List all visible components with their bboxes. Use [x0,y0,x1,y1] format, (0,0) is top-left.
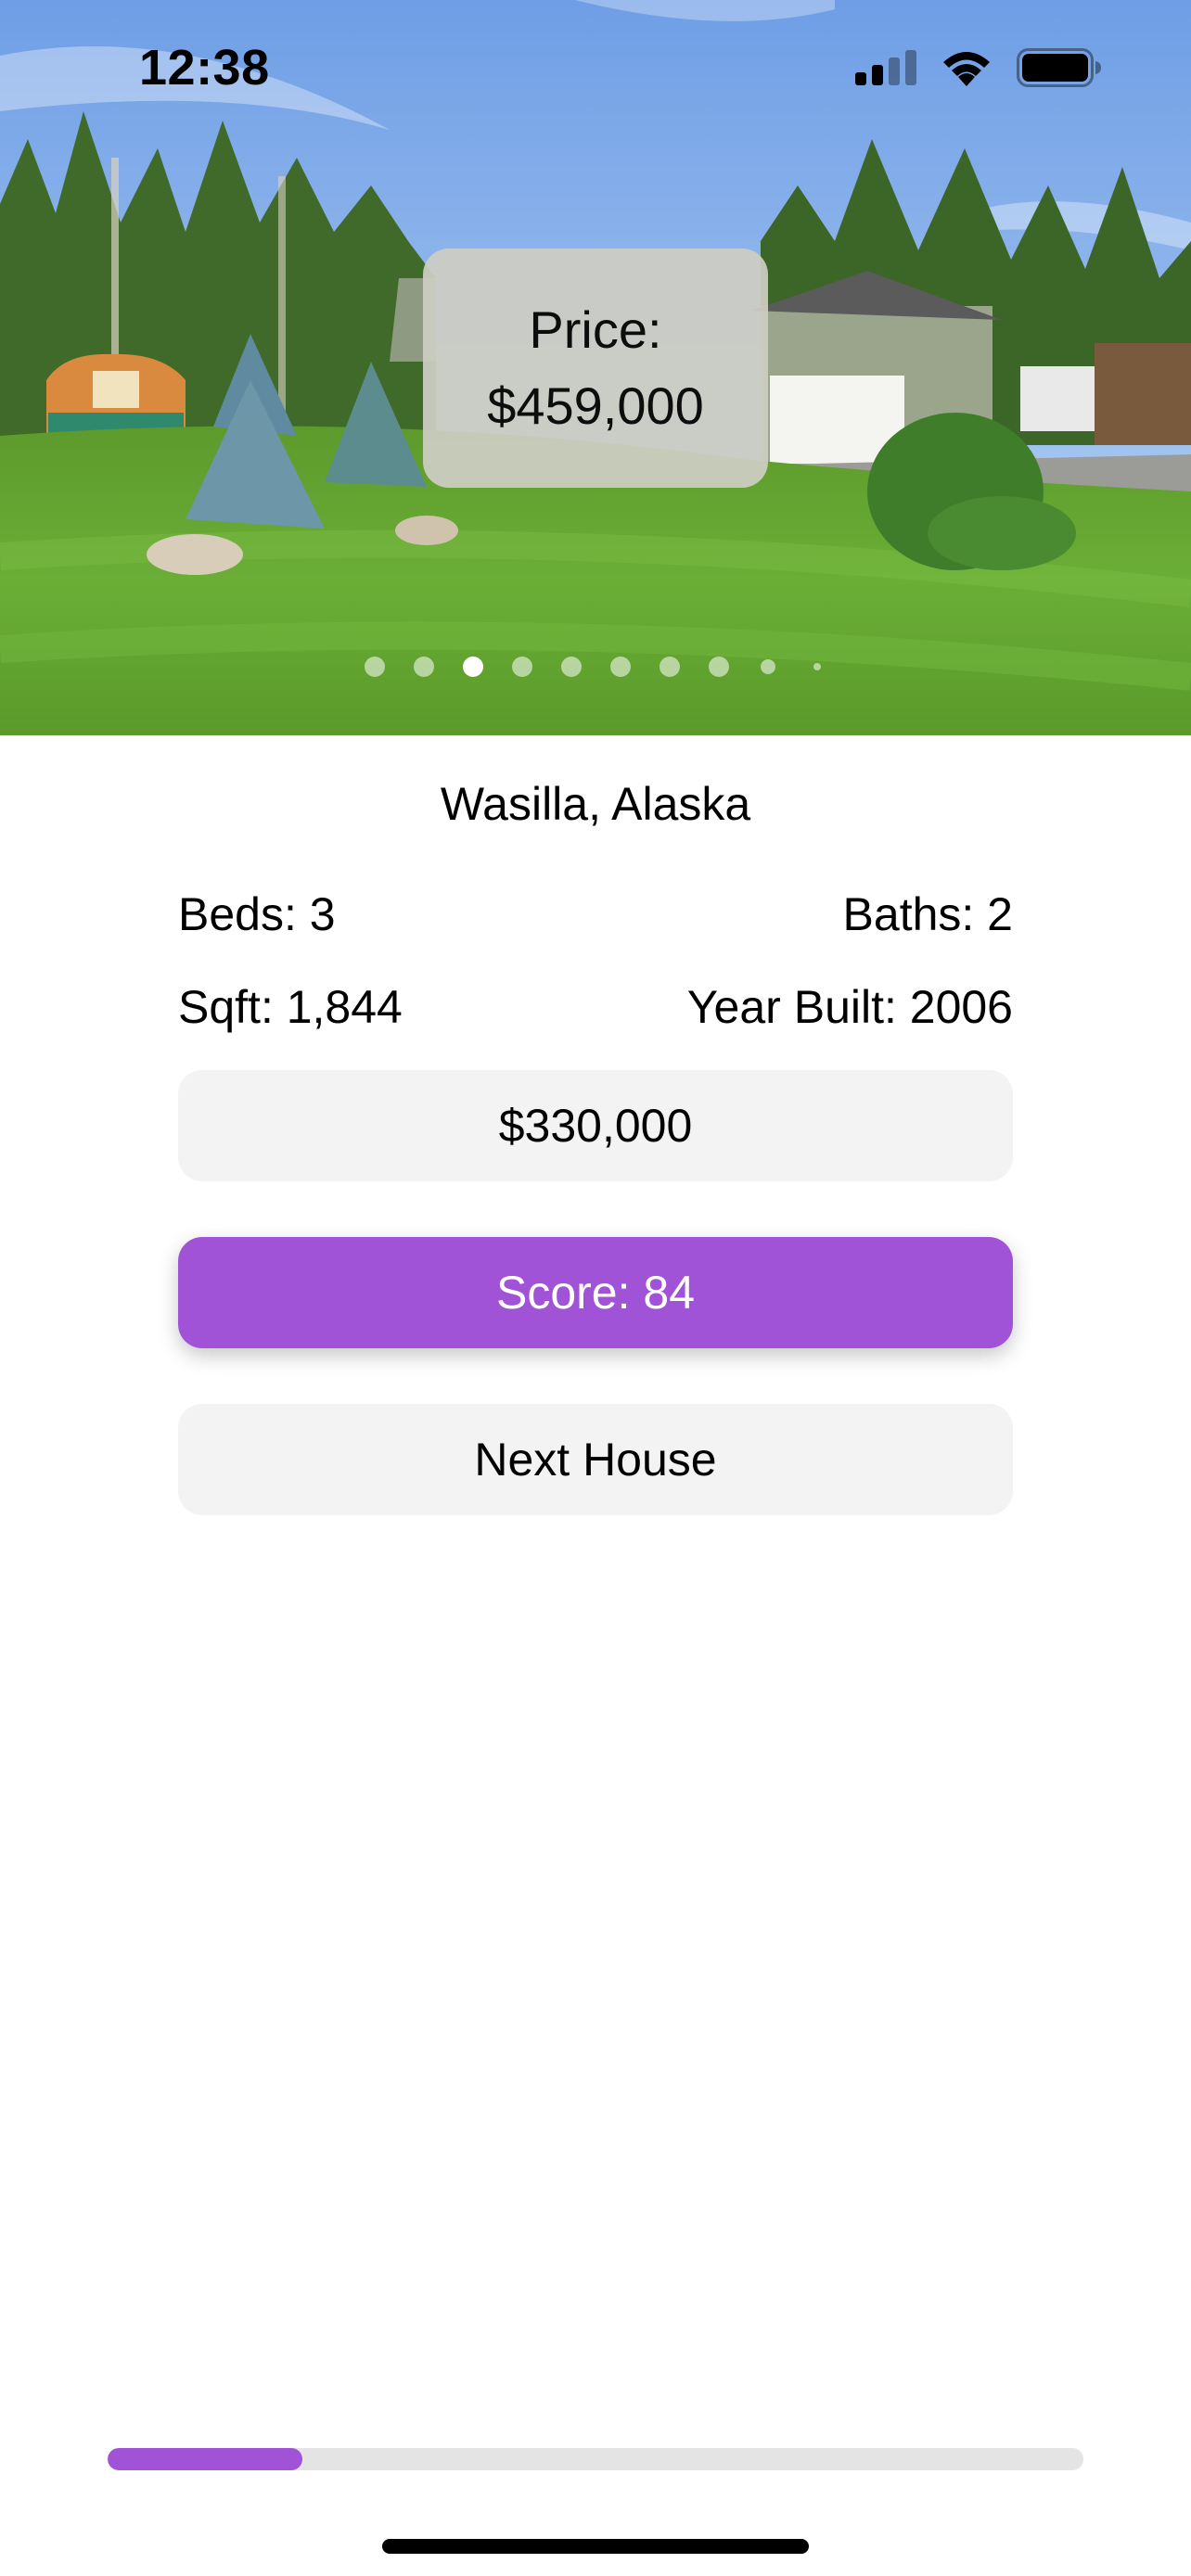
home-indicator[interactable] [382,2539,809,2554]
score-button[interactable]: Score: 84 [178,1237,1013,1348]
price-value: $459,000 [487,376,704,435]
price-label: Price: [529,300,662,359]
sqft-year-row: Sqft: 1,844 Year Built: 2006 [178,980,1013,1036]
beds-value: Beds: 3 [178,888,336,940]
battery-icon [1017,47,1102,92]
photo-page-dot[interactable] [512,657,532,677]
photo-page-dot[interactable] [561,657,582,677]
photo-page-dot[interactable] [610,657,631,677]
status-icons [855,47,1102,92]
beds-baths-row: Beds: 3 Baths: 2 [178,887,1013,943]
photo-page-dot[interactable] [813,663,821,670]
year-built-value: Year Built: 2006 [686,981,1013,1033]
progress-bar-fill [108,2448,303,2470]
guess-value-field[interactable]: $330,000 [178,1070,1013,1181]
photo-page-dot[interactable] [660,657,680,677]
status-bar: 12:38 [0,0,1191,139]
photo-page-dot[interactable] [709,657,729,677]
next-house-button[interactable]: Next House [178,1404,1013,1515]
sqft-value: Sqft: 1,844 [178,981,403,1033]
photo-page-dot[interactable] [365,657,385,677]
house-photo-carousel[interactable]: 12:38 Price: $459,000 [0,0,1191,735]
status-time: 12:38 [139,40,270,96]
price-card: Price: $459,000 [423,249,768,488]
listing-location: Wasilla, Alaska [440,778,751,830]
cellular-signal-icon [855,49,916,90]
baths-value: Baths: 2 [842,888,1013,940]
wifi-icon [941,49,992,91]
photo-page-dot[interactable] [414,657,434,677]
photo-page-indicator[interactable] [0,655,1191,679]
photo-page-dot[interactable] [463,657,483,677]
progress-bar [108,2448,1083,2470]
photo-page-dot[interactable] [761,659,775,674]
